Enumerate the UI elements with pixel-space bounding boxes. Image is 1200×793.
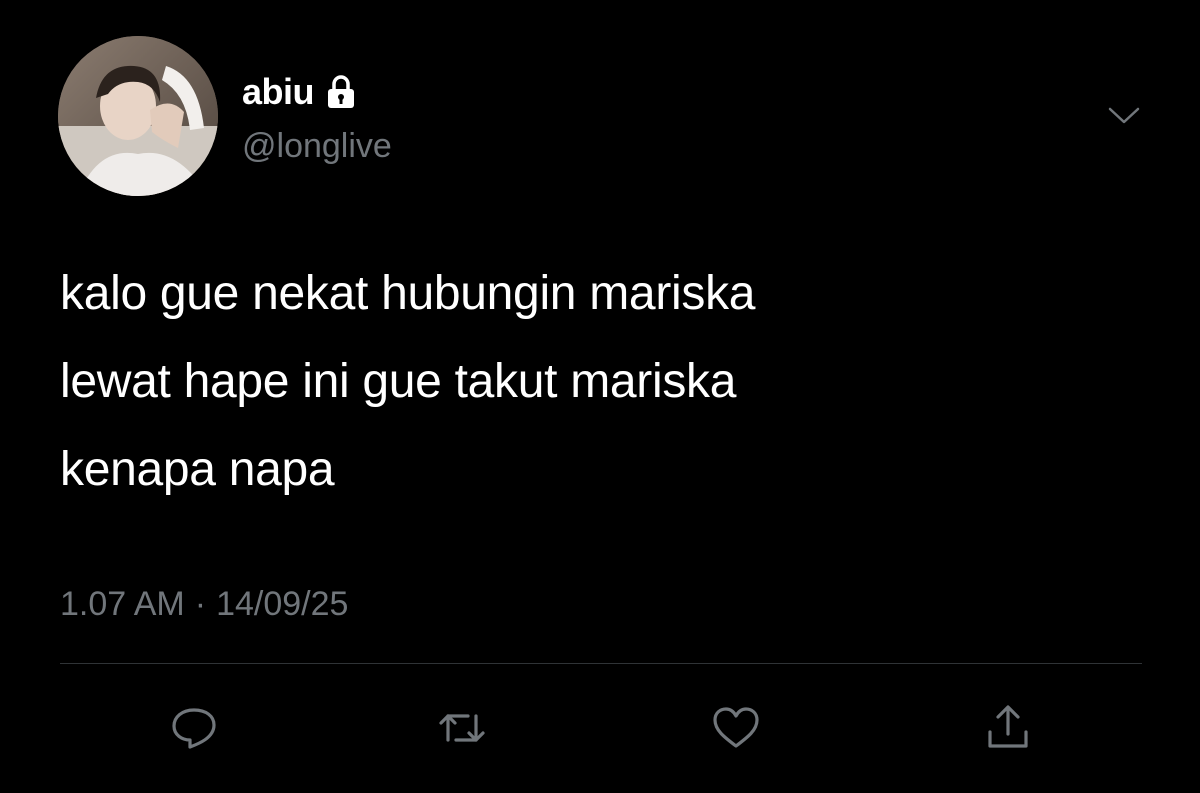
lock-icon [326,74,356,110]
tweet-date[interactable]: 14/09/25 [216,582,348,626]
retweet-arrows-icon [439,714,485,742]
speech-bubble-icon [172,708,216,749]
tweet-text-line: lewat hape ini gue takut mariska [60,355,737,408]
profile-photo [58,36,218,196]
tweet-metadata: 1.07 AM · 14/09/25 [60,582,348,626]
like-button[interactable] [706,700,766,756]
share-upload-icon [988,705,1028,748]
share-button[interactable] [978,700,1038,756]
user-handle[interactable]: @longlive [242,126,392,166]
display-name[interactable]: abiu [242,70,315,114]
avatar[interactable] [58,36,218,196]
tweet-text-line: kalo gue nekat hubungin mariska [60,267,756,320]
tweet-text: kalo gue nekat hubungin mariska lewat ha… [60,250,1140,514]
retweet-button[interactable] [432,700,492,756]
tweet-time[interactable]: 1.07 AM [60,582,185,626]
meta-separator: · [194,585,207,623]
author-name-row[interactable]: abiu [242,70,356,114]
divider [60,663,1142,664]
heart-icon [713,707,759,748]
chevron-down-icon[interactable] [1104,100,1144,130]
reply-button[interactable] [164,700,224,756]
tweet-text-line: kenapa napa [60,443,335,496]
